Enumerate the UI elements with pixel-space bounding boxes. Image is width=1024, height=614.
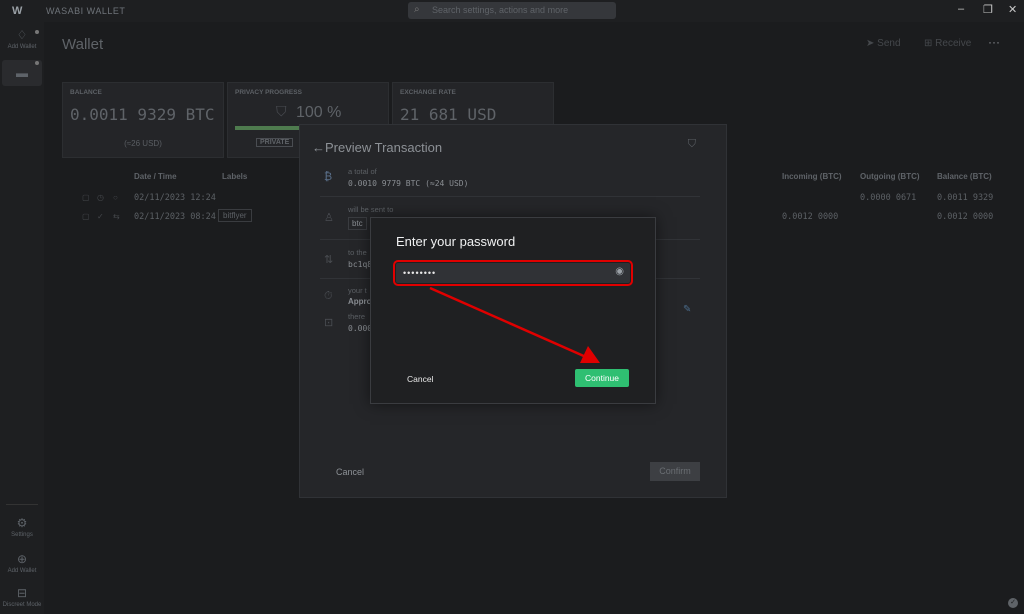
password-dialog: Enter your password •••••••• ◉ Cancel Co… xyxy=(370,217,656,404)
dialog-title: Enter your password xyxy=(396,234,516,249)
privacy-value: 100 % xyxy=(296,104,342,121)
notification-dot xyxy=(35,30,39,34)
transfer-icon: ⇅ xyxy=(324,254,334,266)
copy-icon: ▢ xyxy=(82,193,90,202)
search-placeholder: Search settings, actions and more xyxy=(432,5,569,15)
row-balance: 0.0012 0000 xyxy=(937,212,994,222)
sidebar-item-label: Add Wallet xyxy=(7,44,37,50)
show-password-eye-icon[interactable]: ◉ xyxy=(615,266,624,277)
app-logo: W xyxy=(12,5,23,17)
address-caption: to the xyxy=(348,248,367,257)
send-button[interactable]: ➤ Send xyxy=(866,38,901,49)
plus-icon: ⊕ xyxy=(16,552,28,566)
time-caption: your t xyxy=(348,286,367,295)
fee-value: 0.000 xyxy=(348,324,373,333)
balance-tile: BALANCE 0.0011 9329 BTC (≈26 USD) xyxy=(62,82,224,158)
check-icon: ✓ xyxy=(97,212,104,221)
private-badge: PRIVATE xyxy=(256,138,294,147)
total-value: 0.0010 9779 BTC (≈24 USD) xyxy=(348,179,469,188)
column-header-outgoing: Outgoing (BTC) xyxy=(860,172,920,181)
balance-usd: (≈26 USD) xyxy=(124,139,162,148)
bitcoin-icon: ₿ xyxy=(324,171,333,183)
cancel-button[interactable]: Cancel xyxy=(407,374,433,384)
user-icon: ♙ xyxy=(324,212,334,224)
receive-button[interactable]: ⊞ Receive xyxy=(924,38,971,49)
tile-heading: BALANCE xyxy=(70,89,102,96)
column-header-labels: Labels xyxy=(222,172,248,181)
timer-icon: ⏱ xyxy=(324,290,333,302)
dialog-title: Preview Transaction xyxy=(325,140,443,155)
sidebar-item-settings[interactable]: ⚙ Settings xyxy=(2,516,42,538)
sent-to-caption: will be sent to xyxy=(348,205,394,214)
receive-label: Receive xyxy=(935,38,972,49)
fee-icon: ⊡ xyxy=(324,317,334,329)
column-header-incoming: Incoming (BTC) xyxy=(782,172,842,181)
sidebar-item-wallet[interactable]: ▬ xyxy=(2,60,42,86)
sidebar-item-add-wallet[interactable]: ♢ Add Wallet xyxy=(2,28,42,50)
copy-icon: ▢ xyxy=(82,212,90,221)
sidebar-item-label: Discreet Mode xyxy=(2,602,42,608)
fee-caption: there xyxy=(348,312,366,321)
wallet-icon: ▬ xyxy=(16,66,28,80)
tile-heading: EXCHANGE RATE xyxy=(400,89,456,96)
page-title: Wallet xyxy=(62,36,104,53)
sidebar: ♢ Add Wallet ▬ ⚙ Settings ⊕ Add Wallet ⊟… xyxy=(0,22,44,614)
back-arrow-icon[interactable]: ← xyxy=(312,140,325,155)
circle-icon: ○ xyxy=(113,193,118,202)
sidebar-divider xyxy=(6,504,38,505)
column-header-balance: Balance (BTC) xyxy=(937,172,992,181)
notification-dot xyxy=(35,61,39,65)
total-caption: a total of xyxy=(348,167,377,176)
shield-icon: ⛉ xyxy=(687,138,696,150)
gear-icon: ⚙ xyxy=(16,516,28,530)
row-date: 02/11/2023 12:24 xyxy=(134,193,216,203)
status-check-icon: ✓ xyxy=(1008,598,1018,608)
sidebar-item-label: Settings xyxy=(11,532,33,538)
recipient-label-chip: btc xyxy=(348,217,367,230)
shield-icon: ⛉ xyxy=(276,103,287,119)
transfer-icon: ⇆ xyxy=(113,212,120,221)
title-bar: W WASABI WALLET ⌕ Search settings, actio… xyxy=(0,0,1024,22)
exchange-rate-value: 21 681 USD xyxy=(400,105,497,124)
restore-button[interactable]: ❐ xyxy=(983,3,993,16)
confirm-button[interactable]: Confirm xyxy=(650,462,700,481)
sidebar-item-label: Add Wallet xyxy=(7,568,37,574)
clock-icon: ◷ xyxy=(97,193,104,202)
cancel-button[interactable]: Cancel xyxy=(336,467,364,477)
divider xyxy=(320,196,700,197)
password-input[interactable]: •••••••• ◉ xyxy=(393,260,633,286)
row-label-chip: bitflyer xyxy=(218,209,252,222)
password-value: •••••••• xyxy=(403,268,437,278)
search-icon: ⌕ xyxy=(414,4,420,15)
column-header-date: Date / Time xyxy=(134,172,177,181)
edit-icon[interactable]: ✎ xyxy=(683,304,691,315)
more-options-button[interactable]: ··· xyxy=(988,35,1000,49)
app-title: WASABI WALLET xyxy=(46,6,126,16)
sidebar-item-discreet-mode[interactable]: ⊟ Discreet Mode xyxy=(2,586,42,608)
address-value: bc1q8 xyxy=(348,260,373,269)
eye-icon: ⊟ xyxy=(16,586,28,600)
close-window-button[interactable]: ✕ xyxy=(1008,3,1017,16)
minimize-button[interactable]: – xyxy=(958,3,964,15)
row-outgoing: 0.0000 0671 xyxy=(860,193,917,203)
balance-value: 0.0011 9329 BTC xyxy=(70,105,215,124)
row-balance: 0.0011 9329 xyxy=(937,193,994,203)
continue-button[interactable]: Continue xyxy=(575,369,629,387)
send-label: Send xyxy=(877,38,901,49)
tile-heading: PRIVACY PROGRESS xyxy=(235,89,302,96)
row-date: 02/11/2023 08:24 xyxy=(134,212,216,222)
sidebar-item-add-wallet-bottom[interactable]: ⊕ Add Wallet xyxy=(2,552,42,574)
search-input[interactable]: ⌕ Search settings, actions and more xyxy=(408,2,616,19)
row-incoming: 0.0012 0000 xyxy=(782,212,839,222)
